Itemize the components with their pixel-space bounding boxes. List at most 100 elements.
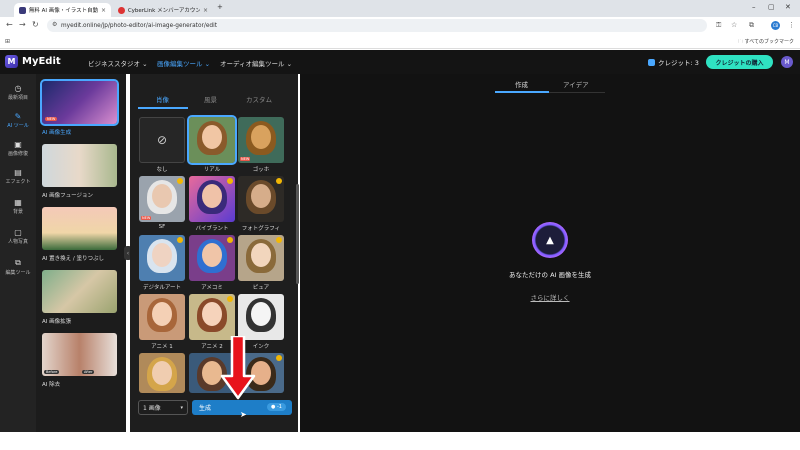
tool-ai-remove[interactable]: Before After AI 除去 bbox=[42, 333, 117, 388]
history-icon: ◷ bbox=[14, 84, 22, 93]
no-style-icon: ⊘ bbox=[139, 117, 185, 163]
back-icon[interactable]: ← bbox=[6, 20, 13, 29]
apps-grid-icon[interactable]: ⊞ bbox=[5, 38, 10, 45]
tool-ai-image-fusion[interactable]: AI 画像フュージョン bbox=[42, 144, 117, 199]
premium-crown-icon bbox=[227, 178, 233, 184]
rail-label: 編集ツール bbox=[5, 270, 31, 276]
style-sf[interactable]: NEW SF bbox=[139, 176, 185, 230]
forward-icon[interactable]: → bbox=[19, 20, 26, 29]
close-tab-icon[interactable]: × bbox=[203, 7, 208, 14]
close-tab-icon[interactable]: × bbox=[101, 7, 106, 14]
ai-tools-list: NEW AI 画像生成 AI 画像フュージョン AI 置き換え / 塗りつぶし … bbox=[36, 74, 126, 432]
tab-landscape[interactable]: 風景 bbox=[204, 94, 217, 104]
app-header: M MyEdit ビジネススタジオ ⌄ 画像編集ツール ⌄ オーディオ編集ツール… bbox=[0, 50, 800, 74]
before-badge: Before bbox=[44, 370, 60, 374]
image-edit-icon: ▣ bbox=[14, 140, 22, 149]
rail-item-edit-tools[interactable]: ⧉ 編集ツール bbox=[0, 258, 36, 276]
style-extra-1[interactable] bbox=[139, 353, 185, 393]
browser-menu-icon[interactable]: ⋮ bbox=[788, 21, 795, 29]
extensions-icon[interactable]: ⧉ bbox=[749, 21, 754, 30]
style-none[interactable]: ⊘ なし bbox=[139, 117, 185, 173]
reload-icon[interactable]: ↻ bbox=[32, 20, 39, 29]
main-canvas: 作成 アイデア ▲ あなただけの AI 画像を生成 さらに詳しく bbox=[300, 74, 800, 432]
buy-credits-button[interactable]: クレジットの購入 bbox=[706, 55, 773, 69]
generate-credit-cost: ● -1 bbox=[267, 403, 286, 411]
nav-business-studio[interactable]: ビジネススタジオ ⌄ bbox=[88, 58, 148, 68]
rail-item-portrait[interactable]: ▢ 人物写真 bbox=[0, 228, 36, 245]
style-label: バイブラント bbox=[195, 226, 229, 232]
tool-ai-image-generator[interactable]: NEW AI 画像生成 bbox=[40, 79, 119, 136]
site-info-icon[interactable]: ⚙ bbox=[52, 21, 57, 28]
premium-crown-icon bbox=[177, 178, 183, 184]
style-label: SF bbox=[158, 224, 166, 230]
credit-text: クレジット: 3 bbox=[658, 59, 699, 67]
minimize-icon[interactable]: – bbox=[752, 3, 756, 11]
style-thumbnail bbox=[139, 353, 185, 393]
browser-tab-myedit[interactable]: 無料 AI 画像・イラスト自動生成！... × bbox=[14, 3, 111, 17]
style-thumbnail: NEW bbox=[238, 117, 284, 163]
new-tab-button[interactable]: + bbox=[217, 3, 223, 11]
rail-item-background[interactable]: ▦ 背景 bbox=[0, 198, 36, 215]
myedit-favicon-icon bbox=[19, 6, 26, 14]
style-thumbnail bbox=[238, 176, 284, 222]
rail-item-ai-tools[interactable]: ✎ AI ツール bbox=[0, 112, 36, 129]
image-count-select[interactable]: 1 画像 ▾ bbox=[138, 400, 188, 415]
style-thumbnail bbox=[187, 115, 237, 165]
tab-create[interactable]: 作成 bbox=[515, 79, 528, 89]
tab-portrait[interactable]: 肖像 bbox=[156, 94, 169, 104]
all-bookmarks-link[interactable]: 🗀 すべてのブックマーク bbox=[738, 38, 794, 47]
ai-tools-icon: ✎ bbox=[14, 112, 22, 121]
style-anime-1[interactable]: アニメ 1 bbox=[139, 294, 185, 350]
image-count-value: 1 画像 bbox=[143, 405, 161, 412]
premium-crown-icon bbox=[276, 237, 282, 243]
nav-audio-tools[interactable]: オーディオ編集ツール ⌄ bbox=[220, 58, 292, 68]
close-window-icon[interactable]: ✕ bbox=[785, 3, 791, 11]
effect-icon: ▤ bbox=[14, 168, 22, 177]
learn-more-link[interactable]: さらに詳しく bbox=[450, 292, 650, 302]
tool-ai-expand[interactable]: AI 画像拡張 bbox=[42, 270, 117, 325]
nav-image-tools[interactable]: 画像編集ツール ⌄ bbox=[157, 58, 210, 68]
style-thumbnail bbox=[189, 176, 235, 222]
style-label: ゴッホ bbox=[252, 167, 270, 173]
style-label: アメコミ bbox=[201, 285, 223, 291]
style-vibrant[interactable]: バイブラント bbox=[189, 176, 235, 232]
translate-icon[interactable]: ⚿ bbox=[716, 21, 721, 30]
style-list-scrollbar[interactable] bbox=[296, 184, 299, 284]
tool-thumbnail bbox=[42, 144, 117, 187]
style-photography[interactable]: フォトグラフィ bbox=[238, 176, 284, 232]
style-real[interactable]: リアル bbox=[187, 115, 237, 173]
style-thumbnail: NEW bbox=[139, 176, 185, 222]
maximize-icon[interactable]: ▢ bbox=[768, 3, 775, 11]
style-gogh[interactable]: NEW ゴッホ bbox=[238, 117, 284, 173]
premium-crown-icon bbox=[177, 237, 183, 243]
browser-tab-cyberlink[interactable]: CyberLink メンバーアカウント設定... × bbox=[113, 3, 213, 17]
style-american-comics[interactable]: アメコミ bbox=[189, 235, 235, 291]
url-field[interactable]: ⚙ myedit.online/jp/photo-editor/ai-image… bbox=[47, 19, 707, 32]
browser-profile-avatar[interactable]: CB bbox=[771, 21, 780, 30]
tool-label: AI 除去 bbox=[42, 382, 61, 388]
rail-label: 画像修復 bbox=[7, 151, 28, 157]
new-badge: NEW bbox=[240, 157, 251, 161]
rail-label: 人物写真 bbox=[7, 239, 28, 245]
tool-ai-replace[interactable]: AI 置き換え / 塗りつぶし bbox=[42, 207, 117, 262]
portrait-icon: ▢ bbox=[14, 228, 22, 237]
empty-state-text: あなただけの AI 画像を生成 bbox=[509, 271, 591, 279]
style-thumbnail bbox=[238, 294, 284, 340]
rail-item-recent[interactable]: ◷ 最新項目 bbox=[0, 84, 36, 101]
myedit-logo[interactable]: M MyEdit bbox=[5, 55, 61, 68]
tab-custom[interactable]: カスタム bbox=[246, 94, 272, 104]
rail-item-effect[interactable]: ▤ エフェクト bbox=[0, 168, 36, 185]
bookmark-star-icon[interactable]: ☆ bbox=[731, 21, 737, 29]
rail-item-image-repair[interactable]: ▣ 画像修復 bbox=[0, 140, 36, 157]
style-thumbnail bbox=[189, 235, 235, 281]
style-thumbnail bbox=[238, 235, 284, 281]
active-tab-indicator bbox=[138, 107, 188, 109]
credit-display: クレジット: 3 bbox=[648, 57, 699, 67]
user-avatar[interactable]: M bbox=[781, 56, 793, 68]
style-digital-art[interactable]: デジタルアート bbox=[139, 235, 185, 291]
style-label: フォトグラフィ bbox=[241, 226, 281, 232]
style-pure[interactable]: ピュア bbox=[238, 235, 284, 291]
bookmarks-bar: ⊞ 🗀 すべてのブックマーク bbox=[0, 35, 800, 49]
url-text: myedit.online/jp/photo-editor/ai-image-g… bbox=[61, 22, 217, 29]
tab-ideas[interactable]: アイデア bbox=[563, 79, 589, 89]
